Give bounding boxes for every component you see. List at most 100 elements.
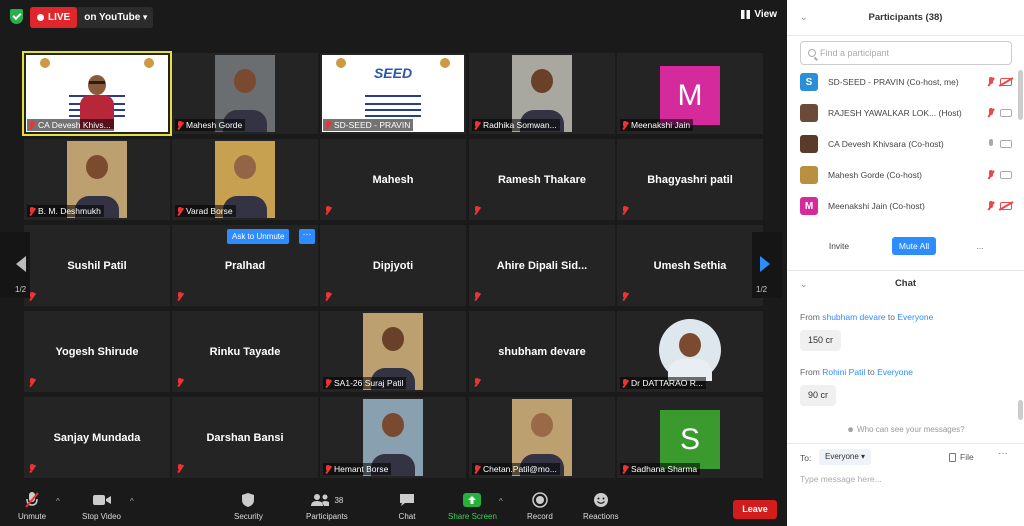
chat-bubble-icon <box>400 494 414 506</box>
video-tile[interactable]: Ramesh Thakare <box>469 139 615 220</box>
video-tile[interactable]: Darshan Bansi <box>172 397 318 478</box>
stop-video-button[interactable]: Stop Video <box>82 491 121 521</box>
video-tile[interactable]: Sushil Patil <box>24 225 170 306</box>
chat-more-button[interactable]: ··· <box>998 448 1008 459</box>
view-label: View <box>754 9 777 20</box>
logo-icon <box>144 58 154 68</box>
tile-more-button[interactable]: ··· <box>299 229 315 244</box>
chat-message-input[interactable]: Type message here... <box>800 474 882 484</box>
chat-message-meta: From shubham devare to Everyone <box>800 312 933 322</box>
video-tile[interactable]: CA Devesh Khivs... <box>22 51 172 136</box>
security-button[interactable]: Security <box>234 491 263 521</box>
video-tile[interactable]: Varad Borse <box>172 139 318 220</box>
video-tile[interactable]: Sanjay Mundada <box>24 397 170 478</box>
video-tile[interactable]: Dipjyoti <box>320 225 466 306</box>
video-gallery-area: LIVE on YouTube View CA Devesh Khivs... M… <box>0 0 785 526</box>
video-tile[interactable]: Ahire Dipali Sid... <box>469 225 615 306</box>
participant-name: Hemant Borse <box>334 464 389 474</box>
participant-name-label: Radhika Somwan... <box>472 119 560 131</box>
participants-button[interactable]: 38 Participants <box>306 491 348 521</box>
chat-to-word: to <box>887 312 896 322</box>
participant-row-name: RAJESH YAWALKAR LOK... (Host) <box>828 108 962 118</box>
participants-scrollbar[interactable] <box>1018 70 1023 120</box>
zoom-meeting-window: LIVE on YouTube View CA Devesh Khivs... M… <box>0 0 1024 526</box>
video-tile[interactable]: Mahesh Gorde <box>172 53 318 134</box>
participant-status-icons <box>987 201 1012 211</box>
chat-message-bubble: 90 cr <box>800 385 837 406</box>
chat-sender[interactable]: Rohini Patil <box>822 367 865 377</box>
muted-mic-icon <box>622 206 628 215</box>
participant-status-icons <box>987 108 1012 118</box>
participants-label: Participants <box>306 512 348 521</box>
record-button[interactable]: Record <box>527 491 553 521</box>
live-destination[interactable]: on YouTube <box>84 12 147 23</box>
prev-page-arrow-icon[interactable] <box>16 256 26 272</box>
video-tile[interactable]: Rinku Tayade <box>172 311 318 392</box>
participant-row-name: SD-SEED - PRAVIN (Co-host, me) <box>828 77 959 87</box>
audio-options-caret-icon[interactable]: ^ <box>56 497 60 506</box>
logo-icon <box>440 58 450 68</box>
share-screen-button[interactable]: Share Screen <box>448 491 497 521</box>
muted-mic-icon <box>622 120 628 130</box>
participant-row[interactable]: Mahesh Gorde (Co-host) <box>800 165 1012 185</box>
video-tile[interactable]: Chetan.Patil@mo... <box>469 397 615 478</box>
to-label: To: <box>800 453 812 463</box>
participant-row[interactable]: S SD-SEED - PRAVIN (Co-host, me) <box>800 72 1012 92</box>
who-can-see-messages-link[interactable]: ☻ Who can see your messages? <box>787 425 1024 434</box>
video-icon <box>1000 140 1012 148</box>
participant-row[interactable]: CA Devesh Khivsara (Co-host) <box>800 134 1012 154</box>
video-tile[interactable]: SEED SD-SEED - PRAVIN <box>320 53 466 134</box>
participants-panel-title: Participants (38) <box>868 12 943 23</box>
muted-mic-icon <box>325 206 331 215</box>
video-tile[interactable]: Yogesh Shirude <box>24 311 170 392</box>
participant-name: Umesh Sethia <box>653 259 727 272</box>
video-tile[interactable]: Bhagyashri patil <box>617 139 763 220</box>
share-screen-icon <box>463 493 482 507</box>
participant-search-input[interactable]: Find a participant <box>800 41 1012 65</box>
video-tile[interactable]: S Sadhana Sharma <box>617 397 763 478</box>
participant-video <box>659 319 721 381</box>
participant-name: Sushil Patil <box>67 259 127 272</box>
video-tile[interactable]: B. M. Deshmukh <box>24 139 170 220</box>
chat-scrollbar[interactable] <box>1018 400 1023 420</box>
people-icon: ☻ <box>846 425 858 434</box>
participant-row[interactable]: M Meenakshi Jain (Co-host) <box>800 196 1012 216</box>
video-tile[interactable]: Dr DATTARAO R... <box>617 311 763 392</box>
video-tile[interactable]: Mahesh <box>320 139 466 220</box>
next-page-arrow-icon[interactable] <box>760 256 770 272</box>
video-icon <box>1000 171 1012 179</box>
chat-recipient-bar: To: Everyone ▾ File ··· <box>787 443 1024 469</box>
participant-name: Chetan.Patil@mo... <box>483 464 557 474</box>
leave-button[interactable]: Leave <box>733 500 777 519</box>
unmute-button[interactable]: Unmute <box>18 491 46 521</box>
chat-panel-header: ⌄ Chat <box>787 270 1024 294</box>
chat-sender[interactable]: shubham devare <box>822 312 885 322</box>
file-button[interactable]: File <box>949 452 974 462</box>
chat-button[interactable]: Chat <box>398 491 416 521</box>
share-screen-label: Share Screen <box>448 512 497 521</box>
reactions-button[interactable]: Reactions <box>583 491 619 521</box>
participant-status-icons <box>987 77 1012 87</box>
live-stream-indicator[interactable]: LIVE on YouTube <box>30 7 154 28</box>
video-tile[interactable]: Umesh Sethia <box>617 225 763 306</box>
participants-actions: Invite Mute All ... <box>787 237 1024 257</box>
participants-more-button[interactable]: ... <box>971 237 989 255</box>
recipient-select[interactable]: Everyone ▾ <box>819 449 872 465</box>
ask-to-unmute-button[interactable]: Ask to Unmute <box>227 229 290 244</box>
invite-button[interactable]: Invite <box>817 237 861 255</box>
participant-search-placeholder: Find a participant <box>820 48 890 58</box>
participant-row[interactable]: RAJESH YAWALKAR LOK... (Host) <box>800 103 1012 123</box>
share-options-caret-icon[interactable]: ^ <box>499 497 503 506</box>
side-panel: ⌄ Participants (38) Find a participant S… <box>787 0 1024 526</box>
chat-message-bubble: 150 cr <box>800 330 842 351</box>
video-options-caret-icon[interactable]: ^ <box>130 497 134 506</box>
video-tile[interactable]: Hemant Borse <box>320 397 466 478</box>
mute-all-button[interactable]: Mute All <box>892 237 936 255</box>
shield-icon[interactable] <box>10 9 23 24</box>
video-tile[interactable]: Radhika Somwan... <box>469 53 615 134</box>
video-tile[interactable]: shubham devare <box>469 311 615 392</box>
view-button[interactable]: View <box>741 9 777 20</box>
participant-name: Sanjay Mundada <box>53 431 141 444</box>
video-tile[interactable]: M Meenakshi Jain <box>617 53 763 134</box>
video-tile[interactable]: SA1-26 Suraj Patil <box>320 311 466 392</box>
